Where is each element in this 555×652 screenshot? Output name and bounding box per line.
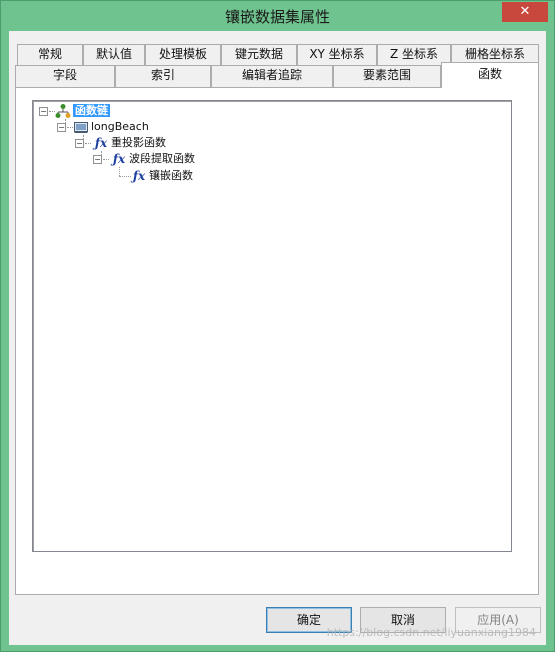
tab-feature-extent[interactable]: 要素范围 (333, 65, 441, 87)
dialog-client: 常规 默认值 处理模板 键元数据 XY 坐标系 Z 坐标系 栅格坐标系 字段 索… (9, 31, 546, 645)
tab-default-values[interactable]: 默认值 (83, 44, 145, 65)
tab-general[interactable]: 常规 (17, 44, 83, 65)
tab-xy-coordinate-system[interactable]: XY 坐标系 (297, 44, 377, 65)
tab-processing-templates[interactable]: 处理模板 (145, 44, 221, 65)
tree-node-label: 函数链 (73, 104, 110, 117)
tree-node-reproject-function[interactable]: 重投影函数 (111, 135, 166, 151)
function-chain-icon (55, 103, 71, 119)
tab-fields[interactable]: 字段 (15, 65, 115, 87)
close-button[interactable]: ✕ (502, 2, 548, 22)
tree-node-function-chain[interactable]: 函数链 (73, 103, 110, 119)
tree-node-band-extraction-function[interactable]: 波段提取函数 (129, 151, 195, 167)
dialog-window: 镶嵌数据集属性 ✕ 常规 默认值 处理模板 键元数据 XY 坐标系 Z 坐标系 … (0, 0, 555, 652)
window-title: 镶嵌数据集属性 (224, 8, 330, 26)
raster-dataset-icon (73, 119, 89, 135)
tree-line (85, 143, 91, 144)
collapse-toggle[interactable]: − (93, 155, 102, 164)
tree-line (103, 159, 109, 160)
tab-z-coordinate-system[interactable]: Z 坐标系 (377, 44, 451, 65)
function-fx-icon: ƒx (132, 169, 146, 183)
collapse-toggle[interactable]: − (75, 139, 84, 148)
close-icon: ✕ (519, 4, 531, 19)
tree-node-longbeach[interactable]: longBeach (91, 119, 149, 135)
tree-line (119, 167, 120, 176)
title-bar[interactable]: 镶嵌数据集属性 ✕ (1, 1, 554, 31)
tree-node-label: 重投影函数 (111, 136, 166, 149)
tab-editor-tracking[interactable]: 编辑者追踪 (211, 65, 333, 87)
tab-indexes[interactable]: 索引 (115, 65, 211, 87)
tree-node-label: longBeach (91, 120, 149, 133)
collapse-toggle[interactable]: − (39, 107, 48, 116)
tree-line (119, 176, 131, 177)
tree-node-label: 镶嵌函数 (149, 169, 193, 182)
collapse-toggle[interactable]: − (57, 123, 66, 132)
apply-button[interactable]: 应用(A) (455, 607, 541, 633)
tab-key-metadata[interactable]: 键元数据 (221, 44, 297, 65)
tab-functions[interactable]: 函数 (441, 62, 539, 88)
function-fx-icon: ƒx (94, 136, 108, 150)
tree-node-mosaic-function[interactable]: 镶嵌函数 (149, 168, 193, 184)
function-fx-icon: ƒx (112, 152, 126, 166)
tree-node-label: 波段提取函数 (129, 152, 195, 165)
functions-panel: − 函数链 − longBeach − ƒx 重投影函数 − ƒx 波段提取函数… (15, 87, 539, 595)
ok-button[interactable]: 确定 (266, 607, 352, 633)
cancel-button[interactable]: 取消 (360, 607, 446, 633)
function-chain-tree[interactable]: − 函数链 − longBeach − ƒx 重投影函数 − ƒx 波段提取函数… (32, 100, 512, 552)
